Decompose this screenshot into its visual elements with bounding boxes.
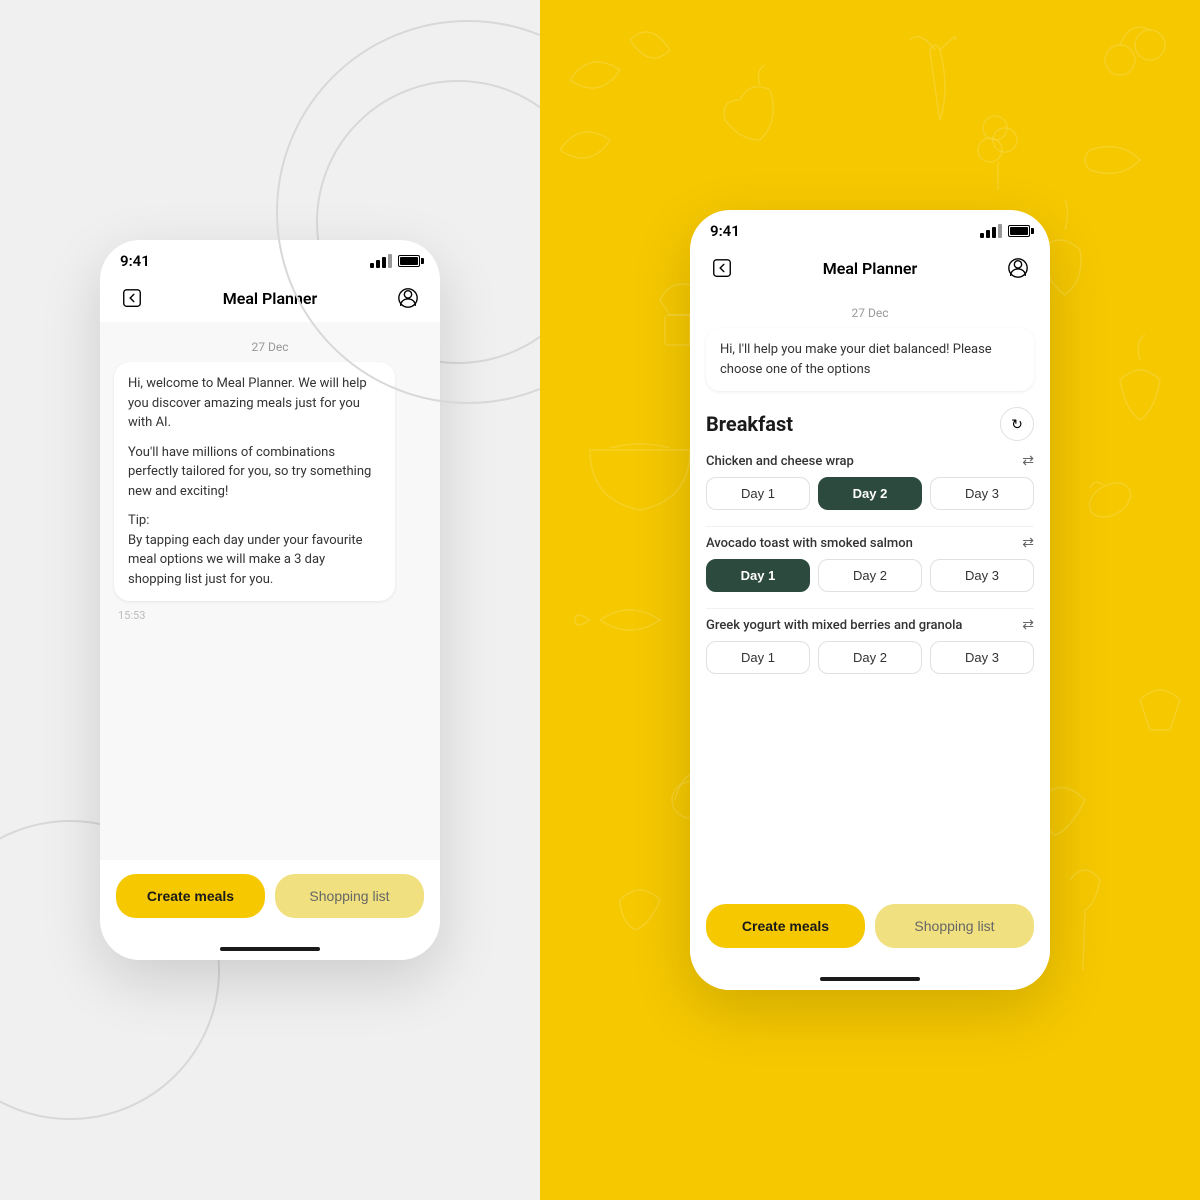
signal-icon-right [980, 224, 1002, 238]
day3-btn-meal2[interactable]: Day 3 [930, 559, 1034, 592]
meal-name-2: Avocado toast with smoked salmon [706, 536, 913, 551]
breakfast-title: Breakfast [706, 412, 793, 436]
ai-bubble-right: Hi, I'll help you make your diet balance… [706, 328, 1034, 391]
divider-1 [706, 526, 1034, 527]
status-bar-left: 9:41 [100, 240, 440, 278]
welcome-text-2: You'll have millions of combinations per… [128, 443, 381, 502]
day3-btn-meal1[interactable]: Day 3 [930, 477, 1034, 510]
meal-item-1: Chicken and cheese wrap ⇄ Day 1 Day 2 Da… [706, 453, 1034, 510]
meal-name-row-1: Chicken and cheese wrap ⇄ [706, 453, 1034, 469]
nav-title-right: Meal Planner [823, 259, 918, 278]
swap-icon-1[interactable]: ⇄ [1022, 453, 1034, 469]
right-panel: 9:41 Meal Planner [540, 0, 1200, 1200]
meal-name-row-2: Avocado toast with smoked salmon ⇄ [706, 535, 1034, 551]
time-left: 9:41 [120, 252, 150, 270]
day1-btn-meal1[interactable]: Day 1 [706, 477, 810, 510]
day2-btn-meal3[interactable]: Day 2 [818, 641, 922, 674]
day3-btn-meal3[interactable]: Day 3 [930, 641, 1034, 674]
shopping-list-button-right[interactable]: Shopping list [875, 904, 1034, 948]
signal-icon-left [370, 254, 392, 268]
time-right: 9:41 [710, 222, 740, 240]
right-phone-mockup: 9:41 Meal Planner [690, 210, 1050, 990]
profile-icon-right[interactable] [1004, 254, 1032, 282]
battery-icon-left [398, 255, 420, 267]
left-panel: 9:41 Meal Planner [0, 0, 540, 1200]
meal-name-1: Chicken and cheese wrap [706, 454, 854, 469]
home-bar-left [220, 947, 320, 951]
day-buttons-2: Day 1 Day 2 Day 3 [706, 559, 1034, 592]
welcome-bubble: Hi, welcome to Meal Planner. We will hel… [114, 362, 395, 601]
day2-btn-meal1[interactable]: Day 2 [818, 477, 922, 510]
day-buttons-3: Day 1 Day 2 Day 3 [706, 641, 1034, 674]
status-right-left [370, 254, 420, 268]
day2-btn-meal2[interactable]: Day 2 [818, 559, 922, 592]
status-bar-right: 9:41 [690, 210, 1050, 248]
profile-icon-left[interactable] [394, 284, 422, 312]
ai-message-text: Hi, I'll help you make your diet balance… [720, 342, 992, 377]
meal-content-right: 27 Dec Hi, I'll help you make your diet … [690, 292, 1050, 890]
welcome-text-3: Tip:By tapping each day under your favou… [128, 511, 381, 589]
left-phone-mockup: 9:41 Meal Planner [100, 240, 440, 960]
bottom-buttons-right: Create meals Shopping list [690, 890, 1050, 968]
timestamp-left: 15:53 [114, 609, 426, 622]
home-indicator-right [690, 968, 1050, 990]
day1-btn-meal2[interactable]: Day 1 [706, 559, 810, 592]
meal-item-2: Avocado toast with smoked salmon ⇄ Day 1… [706, 535, 1034, 592]
divider-2 [706, 608, 1034, 609]
shopping-list-button-left[interactable]: Shopping list [275, 874, 424, 918]
create-meals-button-left[interactable]: Create meals [116, 874, 265, 918]
nav-title-left: Meal Planner [223, 289, 318, 308]
battery-icon-right [1008, 225, 1030, 237]
swap-icon-2[interactable]: ⇄ [1022, 535, 1034, 551]
back-icon-right[interactable] [708, 254, 736, 282]
home-indicator-left [100, 938, 440, 960]
refresh-button[interactable]: ↻ [1000, 407, 1034, 441]
nav-bar-left: Meal Planner [100, 278, 440, 322]
bottom-buttons-left: Create meals Shopping list [100, 860, 440, 938]
meal-name-3: Greek yogurt with mixed berries and gran… [706, 618, 962, 633]
date-divider-right: 27 Dec [706, 306, 1034, 320]
date-divider-left: 27 Dec [114, 340, 426, 354]
welcome-text-1: Hi, welcome to Meal Planner. We will hel… [128, 374, 381, 433]
chat-area-left: 27 Dec Hi, welcome to Meal Planner. We w… [100, 322, 440, 860]
day1-btn-meal3[interactable]: Day 1 [706, 641, 810, 674]
day-buttons-1: Day 1 Day 2 Day 3 [706, 477, 1034, 510]
nav-bar-right: Meal Planner [690, 248, 1050, 292]
swap-icon-3[interactable]: ⇄ [1022, 617, 1034, 633]
create-meals-button-right[interactable]: Create meals [706, 904, 865, 948]
back-icon-left[interactable] [118, 284, 146, 312]
meal-item-3: Greek yogurt with mixed berries and gran… [706, 617, 1034, 674]
home-bar-right [820, 977, 920, 981]
breakfast-header: Breakfast ↻ [706, 407, 1034, 441]
meal-name-row-3: Greek yogurt with mixed berries and gran… [706, 617, 1034, 633]
status-right-right [980, 224, 1030, 238]
